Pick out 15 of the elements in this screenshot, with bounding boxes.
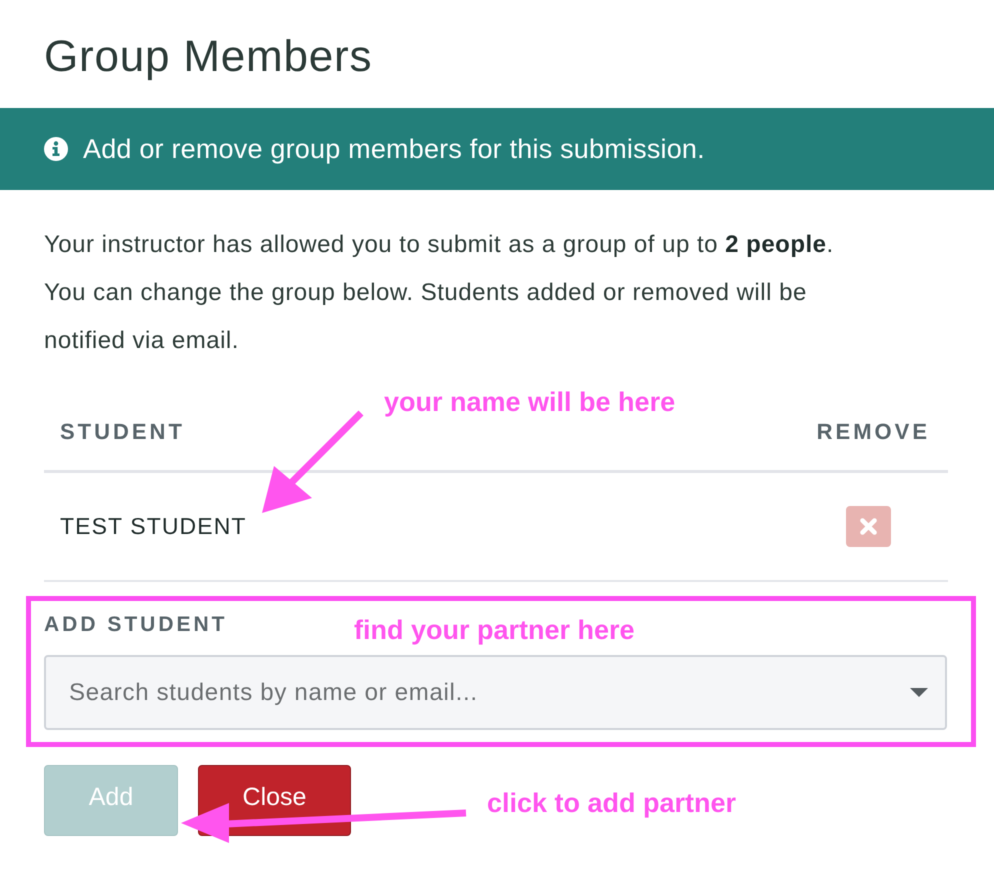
search-field[interactable]: Search students by name or email...: [44, 655, 947, 730]
banner-text: Add or remove group members for this submission.: [83, 134, 705, 164]
caret-icon: [910, 688, 928, 697]
intro-paragraph: Your instructor has allowed you to submit as a group of up to 2 people. You can change the group below. Students added or removed will be notified via email.: [44, 230, 835, 356]
annotation-text: click to add partner: [487, 787, 736, 819]
annotation-text: your name will be here: [384, 386, 676, 418]
page-title: Group Members: [44, 32, 372, 82]
column-header: REMOVE: [816, 418, 930, 444]
annotation-text: find your partner here: [354, 614, 635, 646]
student-name: TEST STUDENT: [60, 513, 247, 540]
info-icon: [44, 137, 68, 161]
column-header: STUDENT: [60, 418, 185, 444]
close-icon: [860, 518, 876, 535]
remove-button[interactable]: [846, 506, 890, 547]
field-label: ADD STUDENT: [44, 613, 228, 637]
